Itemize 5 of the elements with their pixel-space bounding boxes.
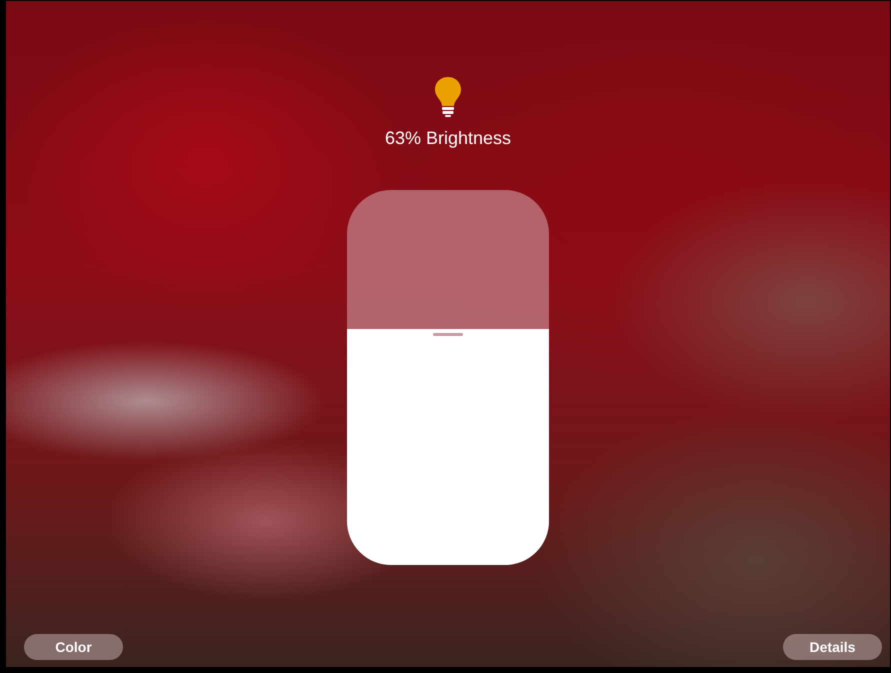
color-button[interactable]: Color xyxy=(24,634,123,660)
details-button[interactable]: Details xyxy=(783,634,882,660)
brightness-slider[interactable] xyxy=(347,190,549,565)
brightness-label: 63% Brightness xyxy=(384,128,512,149)
slider-handle[interactable] xyxy=(433,332,463,336)
